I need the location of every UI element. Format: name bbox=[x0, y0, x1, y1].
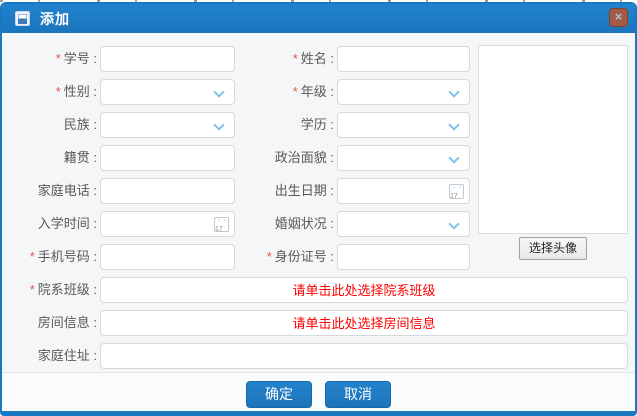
enroll-date-input[interactable]: 17 bbox=[100, 211, 235, 237]
ethnicity-select[interactable] bbox=[100, 112, 235, 138]
add-form: *学号 : *姓名 : *性别 : *年级 : 民族 : 学历 : 籍贯 : 政… bbox=[2, 33, 635, 411]
cancel-button[interactable]: 取消 bbox=[325, 381, 391, 408]
calendar-icon[interactable]: 17 bbox=[214, 217, 229, 232]
choose-avatar-button[interactable]: 选择头像 bbox=[519, 237, 587, 260]
label-gender: *性别 : bbox=[10, 79, 97, 105]
chevron-down-icon bbox=[448, 152, 459, 163]
ok-button[interactable]: 确定 bbox=[246, 381, 312, 408]
dialog-footer: 确定 取消 bbox=[2, 372, 635, 411]
room-info-input[interactable] bbox=[100, 310, 628, 336]
grade-select[interactable] bbox=[337, 79, 470, 105]
required-marker: * bbox=[56, 51, 61, 66]
chevron-down-icon bbox=[213, 86, 224, 97]
label-marital-status: 婚姻状况 : bbox=[240, 211, 334, 237]
label-room-info: 房间信息 : bbox=[10, 310, 97, 336]
label-id-number: *身份证号 : bbox=[240, 244, 334, 270]
student-id-input[interactable] bbox=[100, 46, 235, 72]
name-input[interactable] bbox=[337, 46, 470, 72]
required-marker: * bbox=[267, 249, 272, 264]
label-name: *姓名 : bbox=[240, 46, 334, 72]
add-dialog: 添加 × *学号 : *姓名 : *性别 : *年级 : 民族 : 学历 : 籍… bbox=[0, 2, 637, 416]
dialog-titlebar[interactable]: 添加 × bbox=[2, 4, 635, 33]
label-home-phone: 家庭电话 : bbox=[10, 178, 97, 204]
label-education: 学历 : bbox=[240, 112, 334, 138]
label-political-status: 政治面貌 : bbox=[240, 145, 334, 171]
required-marker: * bbox=[293, 84, 298, 99]
education-select[interactable] bbox=[337, 112, 470, 138]
label-grade: *年级 : bbox=[240, 79, 334, 105]
required-marker: * bbox=[30, 282, 35, 297]
label-mobile: *手机号码 : bbox=[10, 244, 97, 270]
label-native-place: 籍贯 : bbox=[10, 145, 97, 171]
dialog-title: 添加 bbox=[40, 9, 70, 29]
political-status-select[interactable] bbox=[337, 145, 470, 171]
birth-date-input[interactable]: 17 bbox=[337, 178, 470, 204]
chevron-down-icon bbox=[448, 119, 459, 130]
label-birth-date: 出生日期 : bbox=[240, 178, 334, 204]
save-icon bbox=[15, 11, 30, 26]
native-place-input[interactable] bbox=[100, 145, 235, 171]
home-address-input[interactable] bbox=[100, 343, 628, 369]
id-number-input[interactable] bbox=[337, 244, 470, 270]
label-enroll-date: 入学时间 : bbox=[10, 211, 97, 237]
close-icon[interactable]: × bbox=[609, 8, 628, 27]
avatar-preview bbox=[478, 45, 628, 234]
chevron-down-icon bbox=[213, 119, 224, 130]
gender-select[interactable] bbox=[100, 79, 235, 105]
dept-class-input[interactable] bbox=[100, 277, 628, 303]
label-student-id: *学号 : bbox=[10, 46, 97, 72]
mobile-input[interactable] bbox=[100, 244, 235, 270]
required-marker: * bbox=[30, 249, 35, 264]
label-ethnicity: 民族 : bbox=[10, 112, 97, 138]
label-dept-class: *院系班级 : bbox=[10, 277, 97, 303]
required-marker: * bbox=[56, 84, 61, 99]
required-marker: * bbox=[293, 51, 298, 66]
label-home-address: 家庭住址 : bbox=[10, 343, 97, 369]
screen: 添加 × *学号 : *姓名 : *性别 : *年级 : 民族 : 学历 : 籍… bbox=[0, 0, 637, 416]
home-phone-input[interactable] bbox=[100, 178, 235, 204]
calendar-icon[interactable]: 17 bbox=[449, 184, 464, 199]
chevron-down-icon bbox=[448, 218, 459, 229]
marital-status-select[interactable] bbox=[337, 211, 470, 237]
chevron-down-icon bbox=[448, 86, 459, 97]
